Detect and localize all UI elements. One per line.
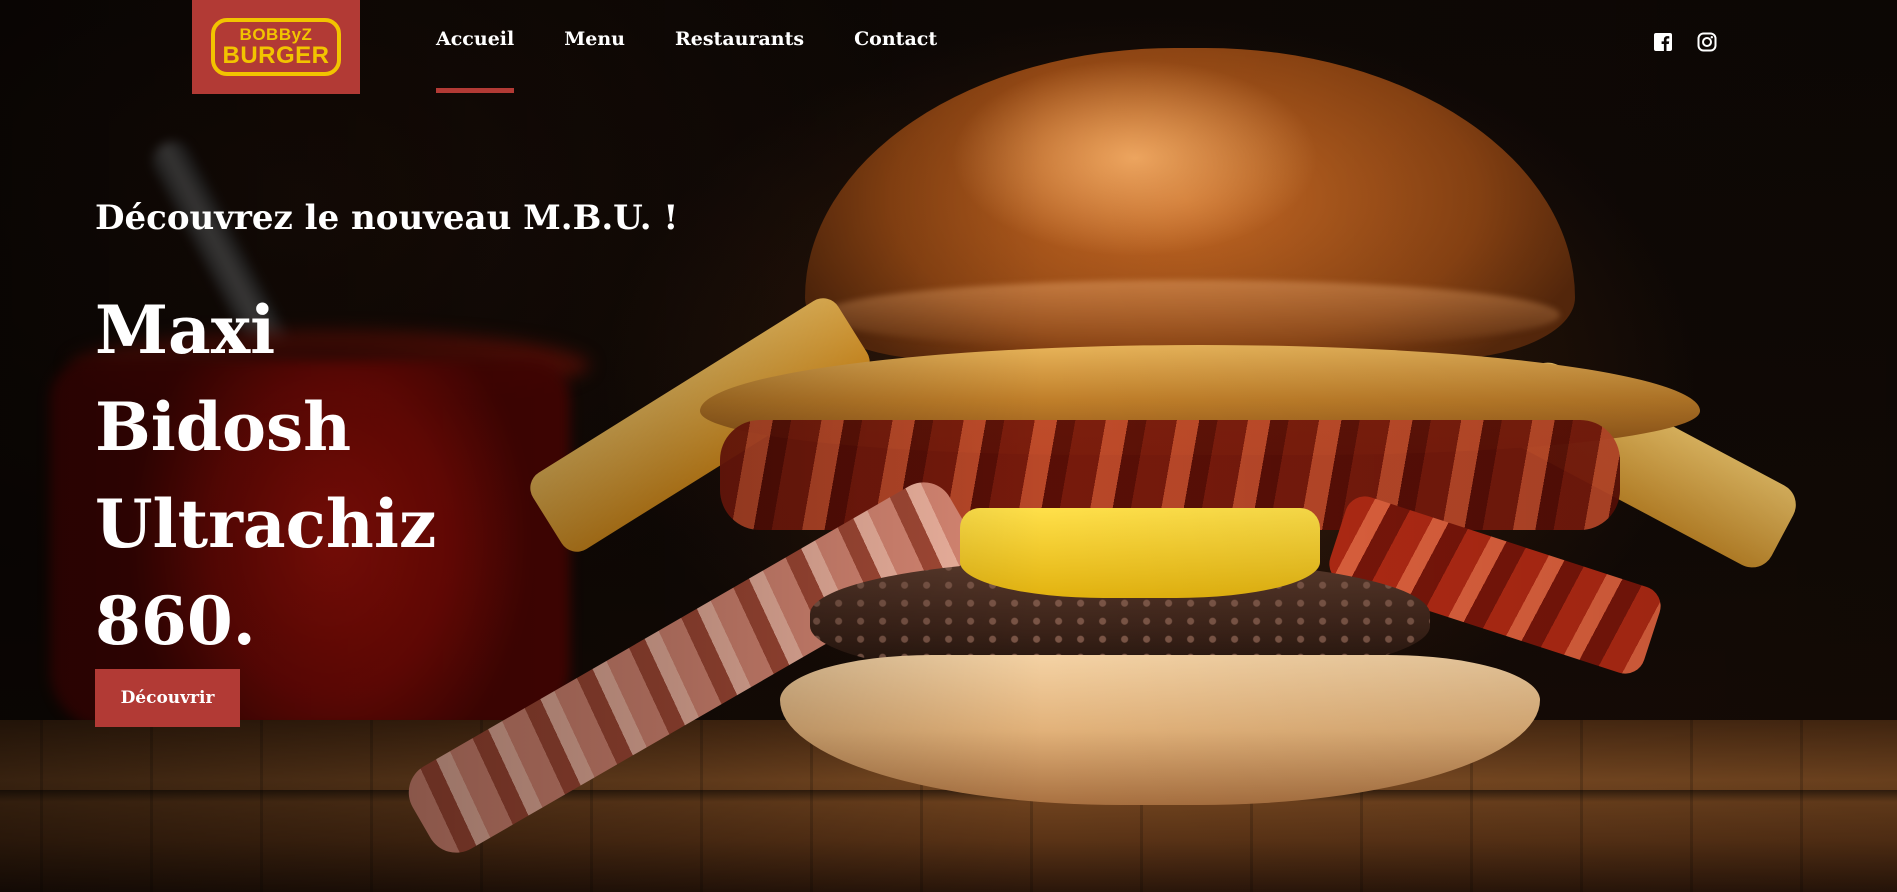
hero-title-line-1: Maxi (95, 291, 276, 369)
instagram-icon[interactable] (1697, 32, 1717, 52)
hero-title-line-4: 860. (95, 582, 256, 660)
hero-title-line-2: Bidosh (95, 388, 352, 466)
discover-button[interactable]: Découvrir (95, 669, 240, 727)
hero-eyebrow: Découvrez le nouveau M.B.U. ! (95, 198, 679, 238)
hero-title: Maxi Bidosh Ultrachiz 860. (95, 282, 436, 670)
logo-line2: BURGER (222, 42, 330, 69)
main-nav: Accueil Menu Restaurants Contact (436, 0, 987, 94)
facebook-icon[interactable] (1653, 32, 1673, 52)
logo-badge: BOBByZ BURGER (211, 18, 341, 76)
logo-line1: BOBByZ (239, 25, 313, 44)
nav-item-restaurants[interactable]: Restaurants (675, 0, 804, 50)
nav-item-menu[interactable]: Menu (564, 0, 625, 50)
hero-title-line-3: Ultrachiz (95, 485, 437, 563)
brand-logo[interactable]: BOBByZ BURGER (192, 0, 360, 94)
social-links (1653, 32, 1717, 52)
nav-item-contact[interactable]: Contact (854, 0, 937, 50)
nav-item-accueil[interactable]: Accueil (436, 0, 515, 93)
